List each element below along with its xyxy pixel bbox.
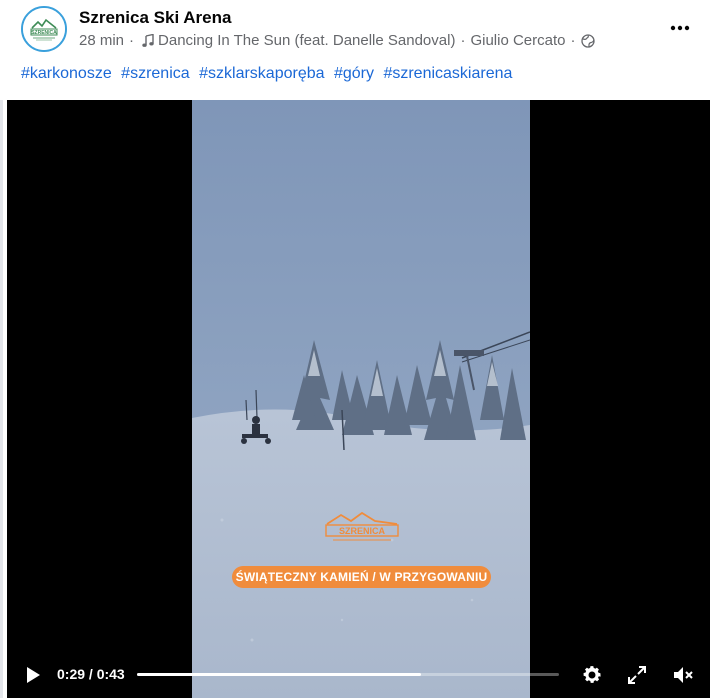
meta-separator: · <box>129 32 135 49</box>
hashtag-link[interactable]: #szrenica <box>121 65 189 82</box>
settings-button[interactable] <box>580 663 604 687</box>
more-options-icon <box>670 25 690 31</box>
song-title[interactable]: Dancing In The Sun (feat. Danelle Sandov… <box>158 32 455 49</box>
fullscreen-button[interactable] <box>625 663 649 687</box>
hashtag-list: #karkonosze #szrenica #szklarskaporęba #… <box>21 65 517 83</box>
meta-separator: · <box>570 32 576 49</box>
overlay-logo-text: SZRENICA <box>339 526 386 536</box>
play-button[interactable] <box>23 665 43 685</box>
progress-fill <box>137 673 422 676</box>
hashtag-link[interactable]: #szrenicaskiarena <box>383 65 512 82</box>
meta-separator: · <box>460 32 466 49</box>
left-border <box>0 0 3 698</box>
mute-icon <box>674 667 693 683</box>
fullscreen-icon <box>628 666 646 684</box>
avatar-logo-text: SZRENICA <box>31 30 57 36</box>
video-player[interactable]: SZRENICA ŚWIĄTECZNY KAMIEŃ / W PRZYGOWAN… <box>7 100 710 698</box>
mute-button[interactable] <box>671 663 695 687</box>
hashtag-link[interactable]: #góry <box>334 65 374 82</box>
globe-icon[interactable] <box>580 33 595 48</box>
page-avatar[interactable]: SZRENICA <box>21 6 67 52</box>
more-options-button[interactable] <box>664 12 696 44</box>
hashtag-link[interactable]: #karkonosze <box>21 65 112 82</box>
music-note-icon <box>142 33 154 47</box>
post-header: SZRENICA Szrenica Ski Arena 28 min · Dan… <box>0 0 710 100</box>
play-icon <box>27 667 40 683</box>
szrenica-logo-icon: SZRENICA <box>23 8 65 50</box>
post-time[interactable]: 28 min <box>79 32 124 49</box>
page-name[interactable]: Szrenica Ski Arena <box>79 8 231 28</box>
video-caption: ŚWIĄTECZNY KAMIEŃ / W PRZYGOWANIU <box>232 566 491 588</box>
overlay-brand-logo: SZRENICA <box>321 510 403 549</box>
progress-bar[interactable] <box>137 673 559 676</box>
szrenica-watermark-icon: SZRENICA <box>325 511 399 541</box>
video-controls: 0:29 / 0:43 <box>7 648 710 698</box>
time-display: 0:29 / 0:43 <box>57 666 125 682</box>
post-meta: 28 min · Dancing In The Sun (feat. Danel… <box>79 32 595 49</box>
snowy-mountain-scene <box>192 100 530 698</box>
video-frame <box>192 100 530 698</box>
hashtag-link[interactable]: #szklarskaporęba <box>199 65 324 82</box>
settings-icon <box>583 666 601 683</box>
song-artist[interactable]: Giulio Cercato <box>470 32 565 49</box>
